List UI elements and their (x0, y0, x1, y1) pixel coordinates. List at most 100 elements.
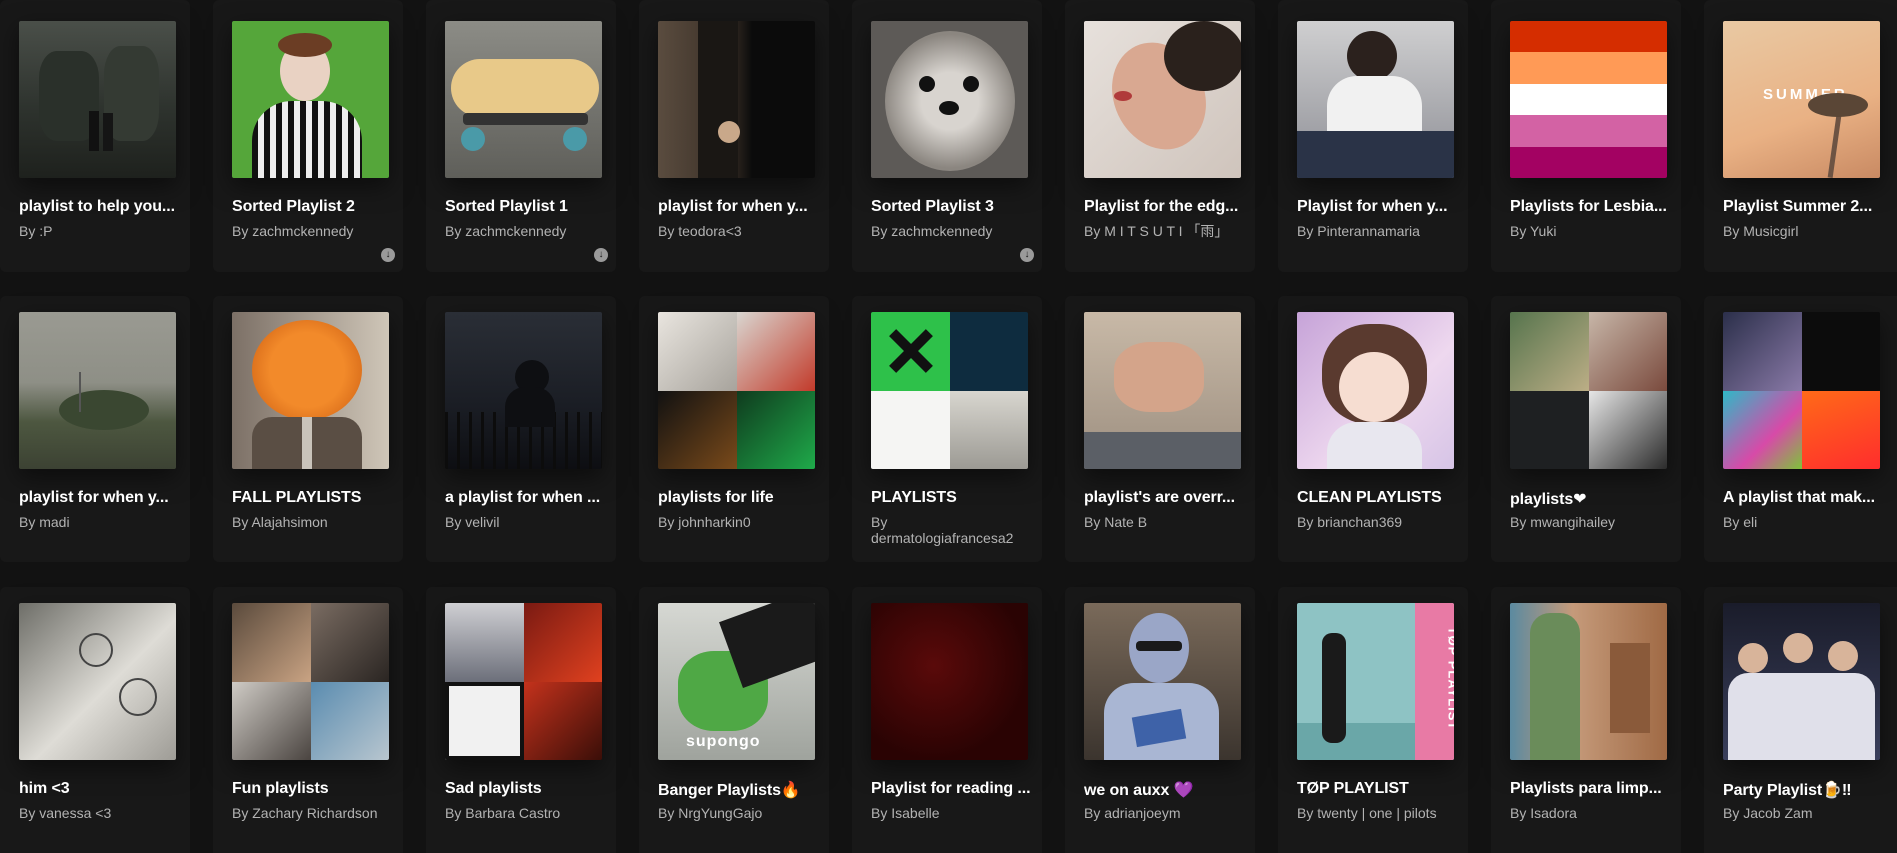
playlist-cover[interactable] (19, 603, 176, 760)
playlist-title[interactable]: playlist for when y... (658, 198, 820, 216)
playlist-cover[interactable] (871, 603, 1028, 760)
playlist-author[interactable]: By vanessa <3 (19, 805, 181, 821)
playlist-author[interactable]: By Nate B (1084, 514, 1246, 530)
playlist-title[interactable]: Playlist for when y... (1297, 198, 1459, 216)
playlist-title[interactable]: Sorted Playlist 1 (445, 198, 607, 216)
playlist-cover[interactable] (1723, 603, 1880, 760)
playlist-cover[interactable]: supongo (658, 603, 815, 760)
playlist-title[interactable]: a playlist for when ... (445, 489, 607, 507)
playlist-card[interactable]: CLEAN PLAYLISTS By brianchan369 (1278, 296, 1468, 562)
playlist-author[interactable]: By Yuki (1510, 223, 1672, 239)
playlist-author[interactable]: By velivil (445, 514, 607, 530)
playlist-cover[interactable] (445, 603, 602, 760)
playlist-title[interactable]: playlist for when y... (19, 489, 181, 507)
download-arrow-icon[interactable]: ↓ (1020, 248, 1034, 262)
playlist-author[interactable]: By NrgYungGajo (658, 805, 820, 821)
playlist-cover[interactable] (658, 312, 815, 469)
playlist-cover[interactable]: TØP PLAYLIST (1297, 603, 1454, 760)
playlist-card[interactable]: FALL PLAYLISTS By Alajahsimon (213, 296, 403, 562)
playlist-cover[interactable] (232, 603, 389, 760)
playlist-title[interactable]: Banger Playlists🔥 (658, 780, 820, 800)
playlist-card[interactable]: SUMMER Playlist Summer 2... By Musicgirl (1704, 0, 1897, 272)
playlist-cover[interactable] (445, 21, 602, 178)
playlist-card[interactable]: playlist to help you... By :P (0, 0, 190, 272)
playlist-cover[interactable] (1723, 312, 1880, 469)
playlist-title[interactable]: playlists for life (658, 489, 820, 507)
playlist-cover[interactable] (232, 21, 389, 178)
playlist-author[interactable]: By johnharkin0 (658, 514, 820, 530)
playlist-card[interactable]: playlist's are overr... By Nate B (1065, 296, 1255, 562)
playlist-cover[interactable] (1084, 603, 1241, 760)
playlist-card[interactable]: Playlists for Lesbia... By Yuki (1491, 0, 1681, 272)
playlist-author[interactable]: By dermatologiafrancesa2 (871, 514, 1033, 546)
playlist-author[interactable]: By brianchan369 (1297, 514, 1459, 530)
playlist-card[interactable]: we on auxx 💜 By adrianjoeym (1065, 587, 1255, 853)
download-arrow-icon[interactable]: ↓ (381, 248, 395, 262)
playlist-cover[interactable] (1297, 312, 1454, 469)
playlist-cover[interactable] (445, 312, 602, 469)
playlist-cover[interactable] (19, 312, 176, 469)
playlist-card[interactable]: Playlist for reading ... By Isabelle (852, 587, 1042, 853)
playlist-card[interactable]: playlist for when y... By madi (0, 296, 190, 562)
playlist-author[interactable]: By :P (19, 223, 181, 239)
playlist-author[interactable]: By zachmckennedy (232, 223, 394, 239)
playlist-cover[interactable] (232, 312, 389, 469)
playlist-title[interactable]: A playlist that mak... (1723, 489, 1885, 507)
playlist-title[interactable]: Sorted Playlist 3 (871, 198, 1033, 216)
playlist-author[interactable]: By madi (19, 514, 181, 530)
playlist-title[interactable]: playlists❤ (1510, 489, 1672, 509)
playlist-title[interactable]: CLEAN PLAYLISTS (1297, 489, 1459, 507)
playlist-title[interactable]: Sad playlists (445, 780, 607, 798)
playlist-title[interactable]: Playlists for Lesbia... (1510, 198, 1672, 216)
playlist-card[interactable]: Sorted Playlist 1 By zachmckennedy ↓ (426, 0, 616, 272)
playlist-card[interactable]: supongo Banger Playlists🔥 By NrgYungGajo (639, 587, 829, 853)
playlist-cover[interactable] (1510, 603, 1667, 760)
playlist-author[interactable]: By M I T S U T I 「雨」 (1084, 223, 1246, 239)
playlist-title[interactable]: Playlist for the edg... (1084, 198, 1246, 216)
playlist-card[interactable]: playlist for when y... By teodora<3 (639, 0, 829, 272)
playlist-card[interactable]: Sad playlists By Barbara Castro (426, 587, 616, 853)
playlist-cover[interactable] (1084, 21, 1241, 178)
playlist-author[interactable]: By mwangihailey (1510, 514, 1672, 530)
playlist-title[interactable]: TØP PLAYLIST (1297, 780, 1459, 798)
playlist-author[interactable]: By Musicgirl (1723, 223, 1885, 239)
playlist-card[interactable]: Sorted Playlist 3 By zachmckennedy ↓ (852, 0, 1042, 272)
playlist-cover[interactable] (1510, 21, 1667, 178)
playlist-cover[interactable] (871, 312, 1028, 469)
playlist-title[interactable]: Party Playlist🍺‼ (1723, 780, 1885, 800)
playlist-title[interactable]: playlist's are overr... (1084, 489, 1246, 507)
playlist-author[interactable]: By adrianjoeym (1084, 805, 1246, 821)
playlist-cover[interactable] (871, 21, 1028, 178)
playlist-author[interactable]: By Isadora (1510, 805, 1672, 821)
playlist-title[interactable]: him <3 (19, 780, 181, 798)
playlist-author[interactable]: By Jacob Zam (1723, 805, 1885, 821)
playlist-card[interactable]: him <3 By vanessa <3 (0, 587, 190, 853)
playlist-card[interactable]: playlists for life By johnharkin0 (639, 296, 829, 562)
playlist-author[interactable]: By Pinterannamaria (1297, 223, 1459, 239)
playlist-card[interactable]: Sorted Playlist 2 By zachmckennedy ↓ (213, 0, 403, 272)
playlist-title[interactable]: PLAYLISTS (871, 489, 1033, 507)
playlist-cover[interactable] (658, 21, 815, 178)
playlist-title[interactable]: Sorted Playlist 2 (232, 198, 394, 216)
playlist-author[interactable]: By Isabelle (871, 805, 1033, 821)
playlist-title[interactable]: Playlist Summer 2... (1723, 198, 1885, 216)
playlist-card[interactable]: Playlist for the edg... By M I T S U T I… (1065, 0, 1255, 272)
playlist-author[interactable]: By Barbara Castro (445, 805, 607, 821)
playlist-card[interactable]: Playlists para limp... By Isadora (1491, 587, 1681, 853)
playlist-card[interactable]: PLAYLISTS By dermatologiafrancesa2 (852, 296, 1042, 562)
playlist-card[interactable]: A playlist that mak... By eli (1704, 296, 1897, 562)
download-arrow-icon[interactable]: ↓ (594, 248, 608, 262)
playlist-cover[interactable] (1510, 312, 1667, 469)
playlist-card[interactable]: playlists❤ By mwangihailey (1491, 296, 1681, 562)
playlist-card[interactable]: Playlist for when y... By Pinterannamari… (1278, 0, 1468, 272)
playlist-author[interactable]: By Alajahsimon (232, 514, 394, 530)
playlist-card[interactable]: Fun playlists By Zachary Richardson (213, 587, 403, 853)
playlist-author[interactable]: By eli (1723, 514, 1885, 530)
playlist-author[interactable]: By zachmckennedy (871, 223, 1033, 239)
playlist-card[interactable]: TØP PLAYLIST TØP PLAYLIST By twenty | on… (1278, 587, 1468, 853)
playlist-title[interactable]: Fun playlists (232, 780, 394, 798)
playlist-author[interactable]: By Zachary Richardson (232, 805, 394, 821)
playlist-author[interactable]: By teodora<3 (658, 223, 820, 239)
playlist-cover[interactable] (1084, 312, 1241, 469)
playlist-author[interactable]: By zachmckennedy (445, 223, 607, 239)
